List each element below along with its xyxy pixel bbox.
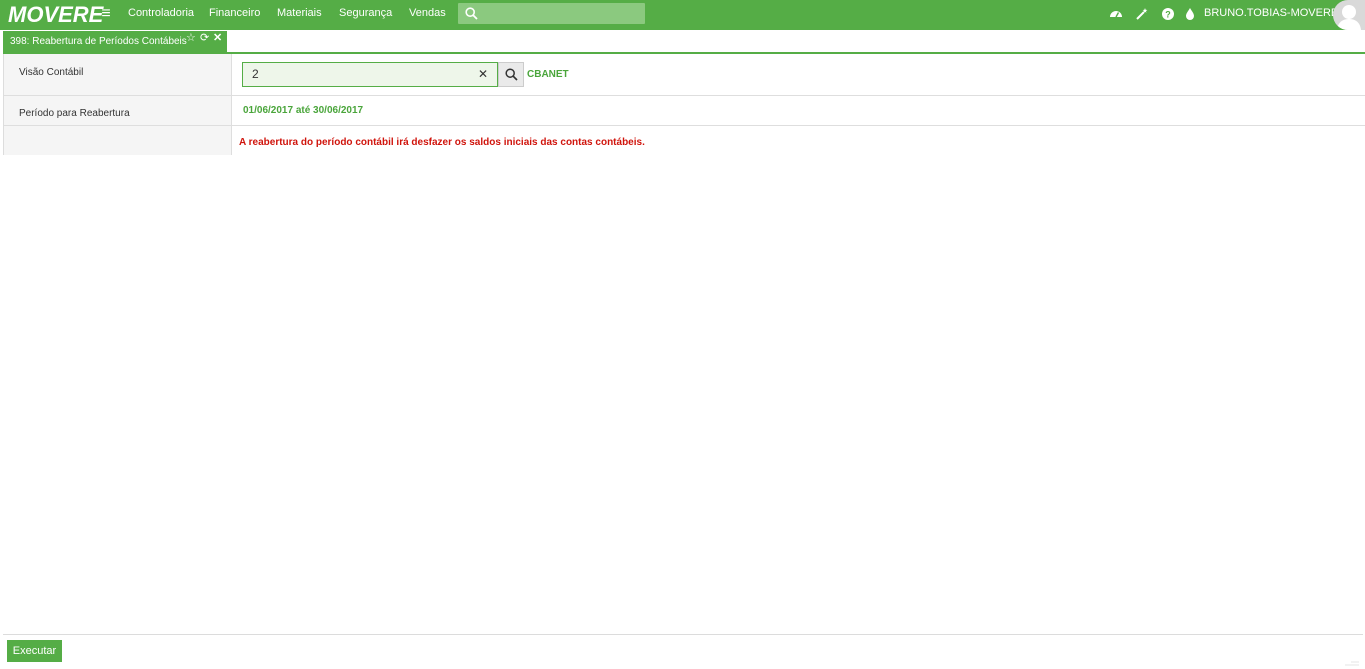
svg-text:?: ? <box>1165 10 1171 20</box>
execute-button[interactable]: Executar <box>7 640 62 662</box>
search-icon <box>465 7 478 20</box>
form-panel: Visão Contábil 2 ✕ CBANET Período para R… <box>3 54 1365 155</box>
clear-icon[interactable]: ✕ <box>478 63 488 86</box>
label-cell: Período para Reabertura <box>4 96 232 125</box>
visao-contabil-field[interactable]: 2 ✕ <box>242 62 498 87</box>
tab-reabertura[interactable]: 398: Reabertura de Períodos Contábeis ☆ … <box>3 31 227 53</box>
visao-description: CBANET <box>527 69 569 80</box>
row-warning: A reabertura do período contábil irá des… <box>4 126 1365 155</box>
global-search-input[interactable] <box>484 3 639 24</box>
username[interactable]: BRUNO.TOBIAS-MOVERE <box>1204 0 1338 26</box>
nav-materiais[interactable]: Materiais <box>277 0 322 30</box>
lookup-button[interactable] <box>498 62 524 87</box>
help-icon[interactable]: ? <box>1161 7 1175 21</box>
nav-controladoria[interactable]: Controladoria <box>128 0 194 30</box>
periodo-label: Período para Reabertura <box>19 108 130 119</box>
menu-hamburger-icon[interactable]: ≡ <box>99 5 113 23</box>
tab-title: 398: Reabertura de Períodos Contábeis <box>10 36 187 47</box>
star-icon[interactable]: ☆ <box>186 32 196 44</box>
row-visao-contabil: Visão Contábil 2 ✕ CBANET <box>4 54 1365 96</box>
drop-icon[interactable] <box>1183 7 1197 21</box>
nav-seguranca[interactable]: Segurança <box>339 0 392 30</box>
refresh-icon[interactable]: ⟳ <box>200 32 209 44</box>
label-cell <box>4 126 232 155</box>
label-cell: Visão Contábil <box>4 54 232 95</box>
row-periodo: Período para Reabertura 01/06/2017 até 3… <box>4 96 1365 126</box>
nav-vendas[interactable]: Vendas <box>409 0 446 30</box>
visao-contabil-value[interactable]: 2 <box>252 63 259 86</box>
user-avatar-icon <box>1337 5 1361 30</box>
search-icon <box>505 68 518 81</box>
warning-message: A reabertura do período contábil irá des… <box>239 137 645 148</box>
periodo-value: 01/06/2017 até 30/06/2017 <box>243 105 364 116</box>
dashboard-icon[interactable] <box>1109 7 1123 21</box>
avatar[interactable] <box>1333 0 1365 30</box>
visao-contabil-label: Visão Contábil <box>19 67 84 78</box>
footer-bar: Executar <box>3 634 1363 668</box>
movere-logo[interactable]: MOVERE <box>8 2 103 28</box>
top-bar: MOVERE ≡ Controladoria Financeiro Materi… <box>0 0 1365 30</box>
resize-grip-icon <box>1345 661 1359 666</box>
magic-wand-icon[interactable] <box>1135 7 1149 21</box>
global-search[interactable] <box>458 3 645 24</box>
close-icon[interactable]: ✕ <box>213 32 222 44</box>
nav-financeiro[interactable]: Financeiro <box>209 0 260 30</box>
